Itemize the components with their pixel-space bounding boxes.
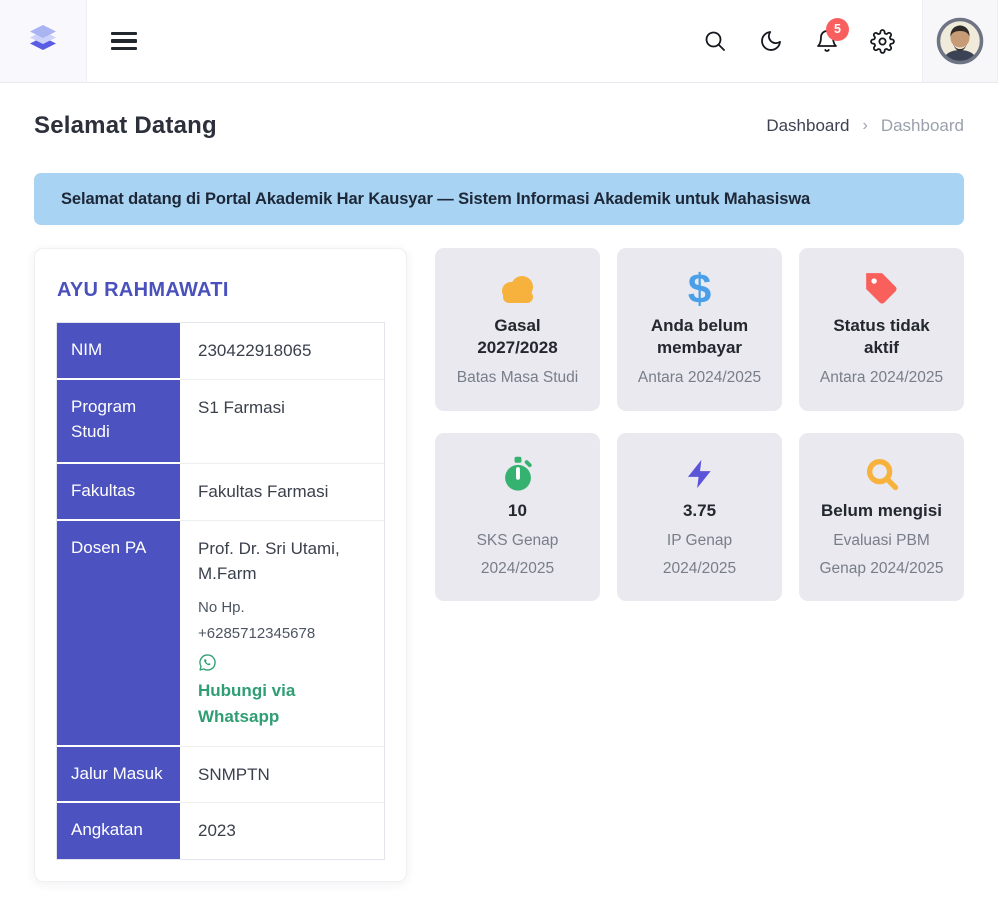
stat-subtitle: IP Genap 2024/2025 — [635, 527, 765, 582]
table-row-angkatan: Angkatan 2023 — [57, 803, 384, 859]
stat-title: Anda belum membayar — [639, 315, 761, 358]
whatsapp-link[interactable]: Hubungi via Whatsapp — [198, 653, 366, 731]
profile-table: NIM 230422918065 Program Studi S1 Farmas… — [56, 322, 385, 860]
stat-card-ip[interactable]: 3.75 IP Genap 2024/2025 — [617, 433, 782, 602]
stat-subtitle: Antara 2024/2025 — [817, 364, 947, 392]
stopwatch-icon — [447, 454, 588, 494]
tag-icon — [811, 269, 952, 309]
row-label: Angkatan — [57, 803, 180, 859]
stat-title: Gasal 2027/2028 — [457, 315, 579, 358]
whatsapp-link-label: Hubungi via Whatsapp — [198, 678, 366, 731]
notification-badge: 5 — [826, 18, 849, 41]
row-label: NIM — [57, 323, 180, 380]
row-label: Jalur Masuk — [57, 747, 180, 804]
student-name: AYU RAHMAWATI — [57, 279, 385, 302]
avatar-panel — [922, 0, 998, 82]
search-icon[interactable] — [702, 29, 727, 54]
table-row-nim: NIM 230422918065 — [57, 323, 384, 380]
stat-card-batas-masa-studi[interactable]: Gasal 2027/2028 Batas Masa Studi — [435, 248, 600, 411]
student-profile-card: AYU RAHMAWATI NIM 230422918065 Program S… — [34, 248, 407, 882]
stat-card-sks[interactable]: 10 SKS Genap 2024/2025 — [435, 433, 600, 602]
row-value: 230422918065 — [180, 323, 384, 380]
stat-subtitle: SKS Genap 2024/2025 — [453, 527, 583, 582]
menu-icon[interactable] — [111, 0, 137, 82]
stat-card-status[interactable]: Status tidak aktif Antara 2024/2025 — [799, 248, 964, 411]
stat-subtitle: Antara 2024/2025 — [635, 364, 765, 392]
stat-title: Belum mengisi — [821, 500, 943, 522]
gear-icon[interactable] — [870, 29, 895, 54]
row-value: 2023 — [180, 803, 384, 859]
dosen-name: Prof. Dr. Sri Utami, M.Farm — [198, 536, 366, 587]
stat-card-pembayaran[interactable]: $ Anda belum membayar Antara 2024/2025 — [617, 248, 782, 411]
row-value: Prof. Dr. Sri Utami, M.Farm No Hp. +6285… — [180, 521, 384, 747]
row-label: Program Studi — [57, 380, 180, 464]
breadcrumb: Dashboard › Dashboard — [766, 116, 964, 136]
dollar-icon: $ — [629, 269, 770, 309]
table-row-program-studi: Program Studi S1 Farmasi — [57, 380, 384, 464]
row-value: S1 Farmasi — [180, 380, 384, 464]
stat-subtitle: Evaluasi PBM Genap 2024/2025 — [817, 527, 947, 582]
stat-title: 10 — [457, 500, 579, 522]
chevron-right-icon: › — [863, 117, 868, 135]
moon-icon[interactable] — [758, 29, 783, 54]
bell-icon[interactable]: 5 — [814, 29, 839, 54]
breadcrumb-item-current: Dashboard — [881, 116, 964, 136]
topbar-spacer — [137, 0, 702, 82]
user-avatar[interactable] — [936, 17, 984, 65]
breadcrumb-item-dashboard[interactable]: Dashboard — [766, 116, 849, 136]
row-value: SNMPTN — [180, 747, 384, 804]
layers-icon — [23, 19, 63, 64]
page-title: Selamat Datang — [34, 112, 217, 140]
welcome-alert: Selamat datang di Portal Akademik Har Ka… — [34, 173, 964, 225]
stats-grid: Gasal 2027/2028 Batas Masa Studi $ Anda … — [435, 248, 964, 601]
table-row-dosen-pa: Dosen PA Prof. Dr. Sri Utami, M.Farm No … — [57, 521, 384, 747]
table-row-jalur-masuk: Jalur Masuk SNMPTN — [57, 747, 384, 804]
phone-number: +6285712345678 — [198, 621, 366, 647]
cloud-icon — [447, 269, 588, 309]
phone-label: No Hp. — [198, 595, 366, 621]
lightning-icon — [629, 454, 770, 494]
stat-title: Status tidak aktif — [821, 315, 943, 358]
stat-subtitle: Batas Masa Studi — [453, 364, 583, 392]
whatsapp-icon — [198, 653, 217, 672]
dosen-phone: No Hp. +6285712345678 — [198, 595, 366, 648]
app-logo[interactable] — [0, 0, 87, 82]
top-bar: 5 — [0, 0, 998, 83]
stat-title: 3.75 — [639, 500, 761, 522]
search-icon — [811, 454, 952, 494]
row-value: Fakultas Farmasi — [180, 464, 384, 521]
welcome-alert-text: Selamat datang di Portal Akademik Har Ka… — [61, 190, 810, 209]
stat-card-evaluasi[interactable]: Belum mengisi Evaluasi PBM Genap 2024/20… — [799, 433, 964, 602]
row-label: Dosen PA — [57, 521, 180, 747]
table-row-fakultas: Fakultas Fakultas Farmasi — [57, 464, 384, 521]
row-label: Fakultas — [57, 464, 180, 521]
